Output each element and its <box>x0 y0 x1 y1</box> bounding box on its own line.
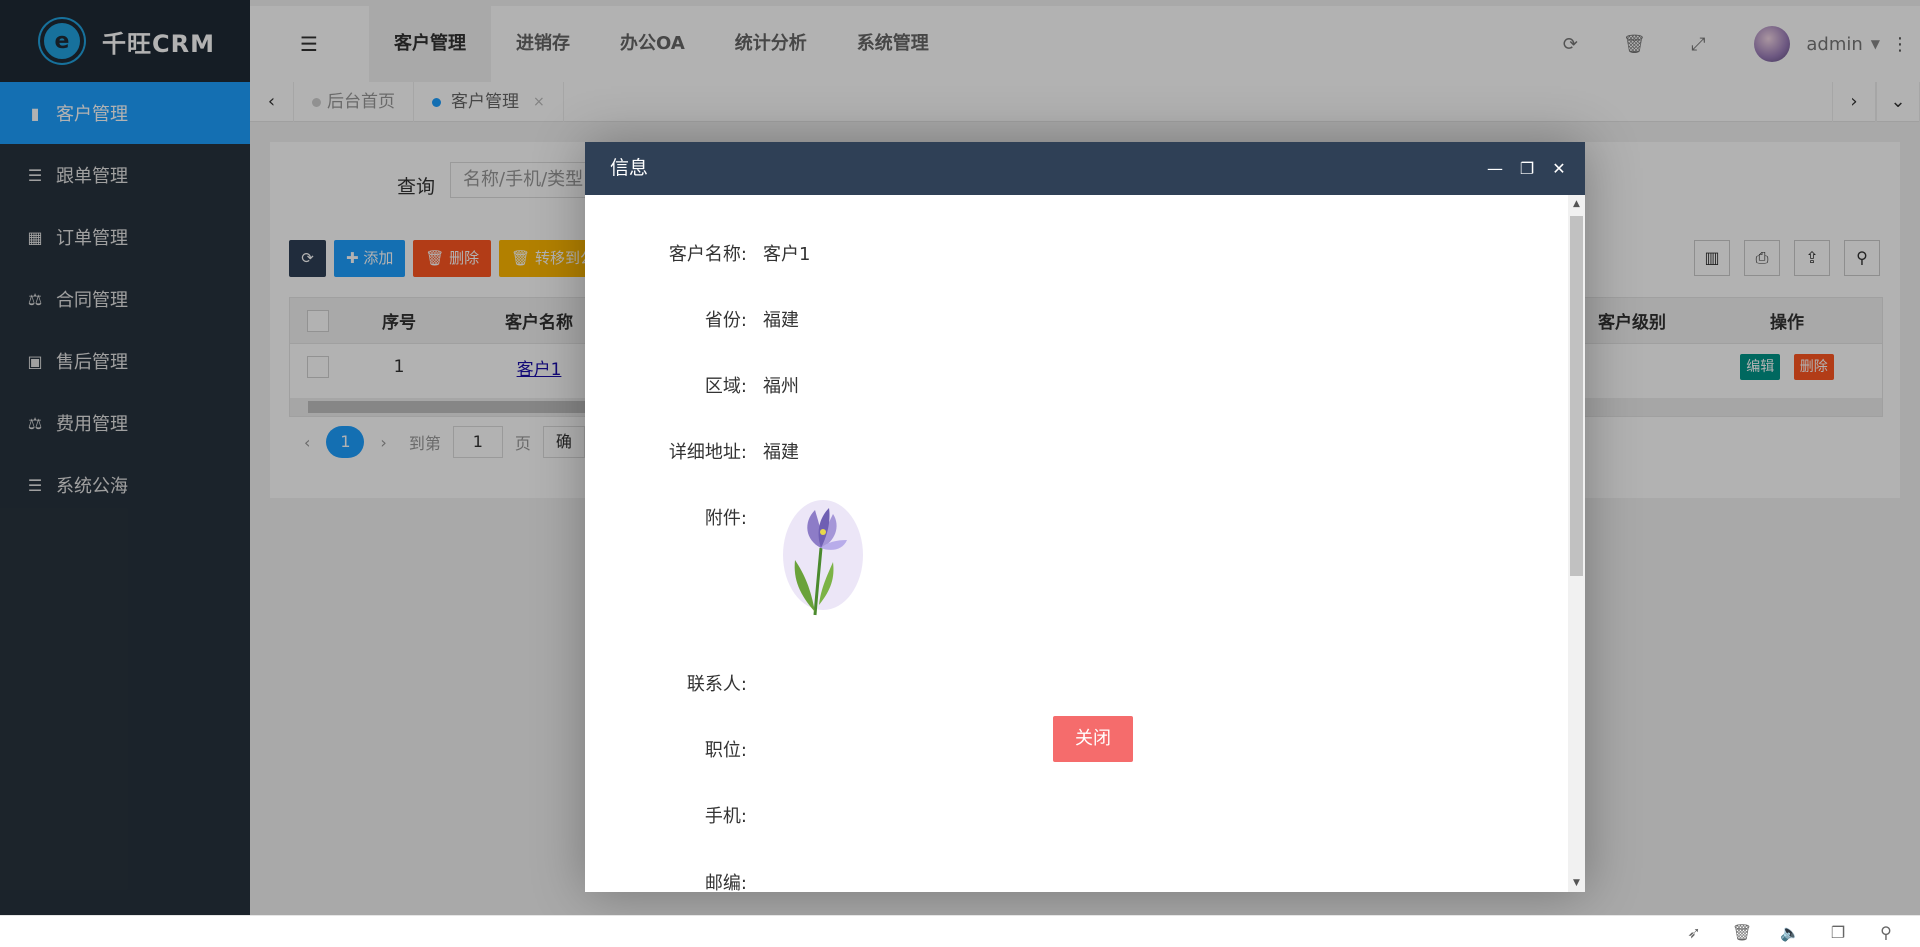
field-label: 附件: <box>704 508 747 529</box>
field-province: 省份: 福建 <box>585 306 1185 332</box>
info-dialog: 信息 — ❐ ✕ 客户名称: 客户1 省份: 福建 区域: 福州 详细地址: 福… <box>585 142 1585 892</box>
field-label: 职位: <box>704 740 747 761</box>
field-value: 福州 <box>763 376 799 397</box>
close-button[interactable]: 关闭 <box>1053 716 1133 762</box>
close-icon[interactable]: ✕ <box>1543 142 1575 195</box>
vertical-scrollbar[interactable]: ▲ ▼ <box>1568 195 1585 892</box>
attachment-image[interactable] <box>775 500 865 620</box>
field-label: 区域: <box>704 376 747 397</box>
field-postcode: 邮编: <box>585 869 1185 892</box>
trash-icon[interactable]: 🗑 <box>1718 923 1766 942</box>
field-label: 手机: <box>704 806 747 827</box>
field-contact: 联系人: <box>585 670 1185 696</box>
search-icon[interactable]: ⚲ <box>1862 923 1910 942</box>
field-value: 福建 <box>763 442 799 463</box>
scroll-up-icon[interactable]: ▲ <box>1568 199 1585 209</box>
dialog-title: 信息 <box>610 157 649 179</box>
dialog-body: 客户名称: 客户1 省份: 福建 区域: 福州 详细地址: 福建 附件: 联系人… <box>585 195 1585 892</box>
field-customer-name: 客户名称: 客户1 <box>585 240 1185 266</box>
window-icon[interactable]: ❐ <box>1814 923 1862 942</box>
field-value: 福建 <box>763 310 799 331</box>
field-label: 邮编: <box>704 873 747 892</box>
minimize-icon[interactable]: — <box>1479 142 1511 195</box>
dialog-title-bar: 信息 — ❐ ✕ <box>585 142 1585 195</box>
field-label: 联系人: <box>686 674 747 695</box>
sound-icon[interactable]: 🔈 <box>1766 923 1814 942</box>
field-address: 详细地址: 福建 <box>585 438 1185 464</box>
field-attachment: 附件: <box>585 504 1185 530</box>
field-value: 客户1 <box>763 244 811 265</box>
field-label: 详细地址: <box>668 442 747 463</box>
dialog-controls: — ❐ ✕ <box>1479 142 1575 195</box>
field-region: 区域: 福州 <box>585 372 1185 398</box>
footer-bar: ➶ 🗑 🔈 ❐ ⚲ <box>0 915 1920 947</box>
rocket-icon[interactable]: ➶ <box>1670 923 1718 942</box>
scrollbar-thumb[interactable] <box>1570 216 1583 576</box>
field-label: 省份: <box>704 310 747 331</box>
footer-tools: ➶ 🗑 🔈 ❐ ⚲ <box>1670 916 1910 947</box>
maximize-icon[interactable]: ❐ <box>1511 142 1543 195</box>
scroll-down-icon[interactable]: ▼ <box>1568 878 1585 888</box>
field-label: 客户名称: <box>668 244 747 265</box>
field-mobile: 手机: <box>585 802 1185 828</box>
